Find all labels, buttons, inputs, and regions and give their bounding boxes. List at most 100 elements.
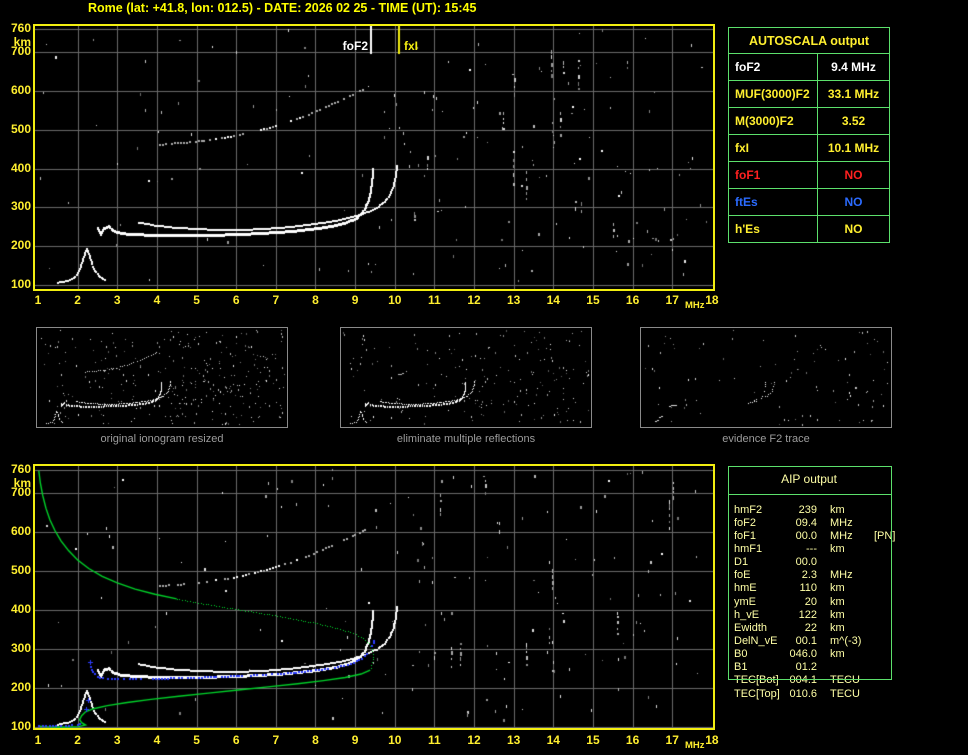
x-tick-label: 15	[586, 293, 600, 307]
aip-row-hmf1: hmF1 --- km	[734, 542, 964, 555]
aip-label: TEC[Bot]	[734, 674, 779, 687]
aip-row-hmf2: hmF2 239 km	[734, 503, 964, 516]
aip-row-foe: foE 2.3 MHz	[734, 569, 964, 582]
aip-label: B1	[734, 661, 748, 674]
top-y-axis-unit: km	[13, 35, 31, 49]
table-row-fxi: fxI 10.1 MHz	[729, 135, 889, 162]
thumbnail-caption: evidence F2 trace	[722, 433, 810, 445]
aip-value: 004.1	[789, 674, 817, 687]
x-tick-label: 1	[34, 293, 42, 307]
row-label: foF2	[729, 54, 818, 80]
x-tick-label: 4	[153, 733, 161, 747]
row-label: fxI	[729, 135, 818, 161]
x-tick-label: 3	[113, 293, 121, 307]
aip-label: h_vE	[734, 608, 760, 621]
table-row-ftes: ftEs NO	[729, 189, 889, 216]
aip-row-d1: D1 00.0	[734, 556, 964, 569]
aip-unit: MHz	[830, 569, 853, 582]
aip-label: foF1	[734, 529, 757, 542]
x-tick-label: 9	[351, 293, 359, 307]
y-tick-label: 400	[10, 602, 31, 617]
aip-row-b0: B0 046.0 km	[734, 648, 964, 661]
x-tick-label: 11	[428, 733, 441, 747]
autoscala-table-header: AUTOSCALA output	[729, 28, 889, 54]
row-label: M(3000)F2	[729, 108, 818, 134]
y-tick-label: 500	[10, 563, 31, 578]
row-value: NO	[844, 222, 863, 236]
fxi-marker-label: fxI	[404, 39, 419, 53]
aip-value: 110	[799, 582, 817, 595]
x-tick-label: 7	[272, 733, 280, 747]
aip-value: 00.0	[795, 556, 817, 569]
aip-value: 046.0	[789, 648, 817, 661]
y-tick-label: 500	[10, 121, 31, 136]
aip-value: ---	[806, 542, 817, 555]
aip-unit: TECU	[830, 674, 860, 687]
row-label: ftEs	[729, 189, 818, 215]
bottom-x-axis-unit: MHz	[685, 740, 705, 751]
table-row-m3000f2: M(3000)F2 3.52	[729, 108, 889, 135]
x-tick-label: 16	[625, 733, 640, 747]
aip-row-tec-top-: TEC[Top] 010.6 TECU	[734, 687, 964, 700]
aip-unit: km	[830, 542, 845, 555]
row-value: NO	[844, 195, 863, 209]
x-tick-label: 17	[665, 293, 679, 307]
aip-unit: km	[830, 503, 845, 516]
table-row-fof1: foF1 NO	[729, 162, 889, 189]
row-value: 9.4 MHz	[831, 60, 876, 74]
x-tick-label: 3	[113, 733, 121, 747]
aip-label: hmF1	[734, 542, 763, 555]
aip-value: 00.1	[795, 634, 817, 647]
aip-label: DelN_vE	[734, 634, 778, 647]
x-tick-label: 16	[625, 293, 640, 307]
x-tick-label: 13	[506, 293, 521, 307]
y-tick-label: 200	[10, 680, 31, 695]
scaled-ionogram-plot	[33, 24, 715, 291]
aip-row-tec-bot-: TEC[Bot] 004.1 TECU	[734, 674, 964, 687]
thumbnail-eliminate-reflections	[340, 327, 592, 428]
row-value: 10.1 MHz	[827, 141, 880, 155]
x-tick-label: 9	[351, 733, 359, 747]
y-tick-label: 400	[10, 160, 31, 175]
thumbnail-caption: eliminate multiple reflections	[396, 433, 536, 445]
x-tick-label: 5	[193, 293, 200, 307]
x-tick-label: 12	[467, 733, 481, 747]
y-tick-label: 760	[10, 462, 31, 476]
x-tick-label: 14	[546, 733, 560, 747]
x-tick-label: 1	[34, 733, 42, 747]
aip-unit: TECU	[830, 687, 860, 700]
aip-value: 239	[798, 503, 817, 516]
y-tick-label: 200	[10, 238, 31, 253]
top-x-axis-unit: MHz	[685, 300, 705, 311]
table-row-hes: h'Es NO	[729, 216, 889, 242]
aip-label: foE	[734, 569, 751, 582]
row-value: 3.52	[841, 114, 866, 128]
aip-label: D1	[734, 556, 749, 569]
fof2-marker-label: foF2	[342, 39, 368, 53]
aip-row-yme: ymE 20 km	[734, 595, 964, 608]
x-tick-label: 12	[467, 293, 481, 307]
row-label: foF1	[729, 162, 818, 188]
x-tick-label: 6	[232, 293, 240, 307]
aip-value: 22	[804, 621, 817, 634]
aip-table-header: AIP output	[781, 472, 837, 486]
aip-label: ymE	[734, 595, 756, 608]
x-tick-label: 2	[74, 293, 81, 307]
aip-label: foF2	[734, 516, 757, 529]
aip-value: 09.4	[795, 516, 817, 529]
bottom-y-axis-unit: km	[13, 476, 31, 490]
y-tick-label: 600	[10, 83, 31, 98]
aip-unit: km	[830, 595, 845, 608]
x-tick-label: 8	[312, 293, 319, 307]
y-tick-label: 760	[10, 21, 31, 35]
y-tick-label: 600	[10, 524, 31, 539]
aip-value: 00.0	[795, 529, 817, 542]
aip-label: hmE	[734, 582, 757, 595]
aip-unit: km	[830, 621, 845, 634]
aip-row-deln-ve: DelN_vE 00.1 m^(-3)	[734, 634, 964, 647]
y-tick-label: 300	[10, 641, 31, 656]
x-tick-label: 4	[153, 293, 161, 307]
x-tick-label: 5	[193, 733, 200, 747]
x-tick-label: 13	[506, 733, 521, 747]
aip-row-hme: hmE 110 km	[734, 582, 964, 595]
